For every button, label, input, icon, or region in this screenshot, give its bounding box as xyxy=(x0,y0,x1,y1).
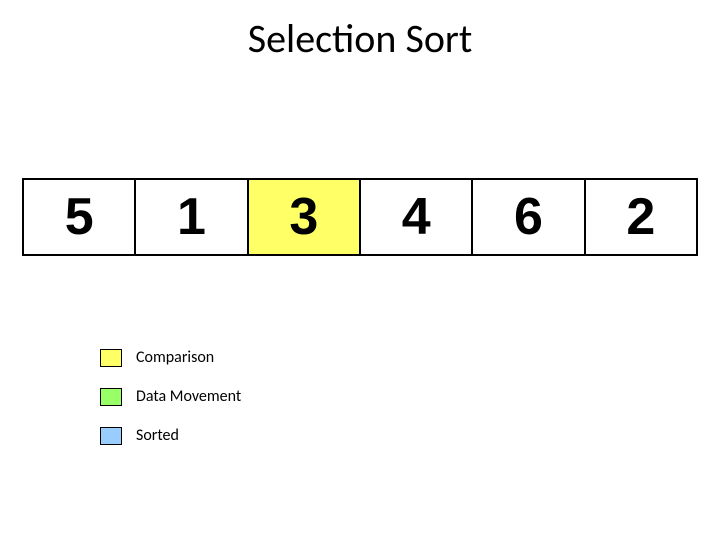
slide: Selection Sort 5 1 3 4 6 2 Comparison Da… xyxy=(0,0,720,540)
page-title: Selection Sort xyxy=(0,14,720,63)
array-container: 5 1 3 4 6 2 xyxy=(22,178,698,256)
array-cell: 1 xyxy=(136,180,248,254)
legend-label: Sorted xyxy=(136,426,179,445)
array-cell: 3 xyxy=(249,180,361,254)
legend-item-comparison: Comparison xyxy=(100,348,241,367)
array-cell: 5 xyxy=(24,180,136,254)
legend: Comparison Data Movement Sorted xyxy=(100,348,241,465)
legend-swatch xyxy=(100,349,122,367)
legend-label: Comparison xyxy=(136,348,214,367)
legend-item-sorted: Sorted xyxy=(100,426,241,445)
legend-swatch xyxy=(100,427,122,445)
array-cell: 6 xyxy=(473,180,585,254)
legend-label: Data Movement xyxy=(136,387,241,406)
array-cell: 4 xyxy=(361,180,473,254)
array-cell: 2 xyxy=(586,180,696,254)
legend-swatch xyxy=(100,388,122,406)
legend-item-data-movement: Data Movement xyxy=(100,387,241,406)
